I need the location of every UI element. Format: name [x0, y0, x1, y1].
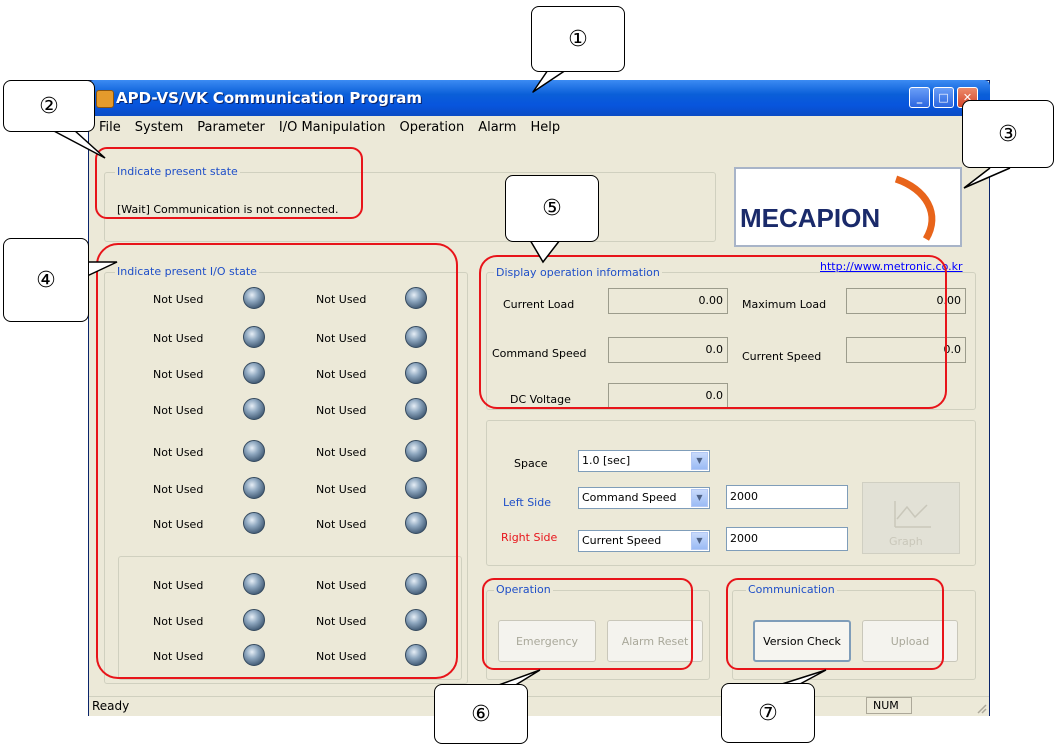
- callout-5: ⑤: [505, 175, 599, 242]
- callout-3: ③: [962, 100, 1054, 168]
- callout-4: ④: [3, 238, 89, 322]
- callout-2: ②: [3, 80, 95, 132]
- callout-7: ⑦: [721, 683, 815, 743]
- callout-6: ⑥: [434, 684, 528, 744]
- callout-pointers: [51, 69, 1011, 687]
- callout-1: ①: [531, 6, 625, 72]
